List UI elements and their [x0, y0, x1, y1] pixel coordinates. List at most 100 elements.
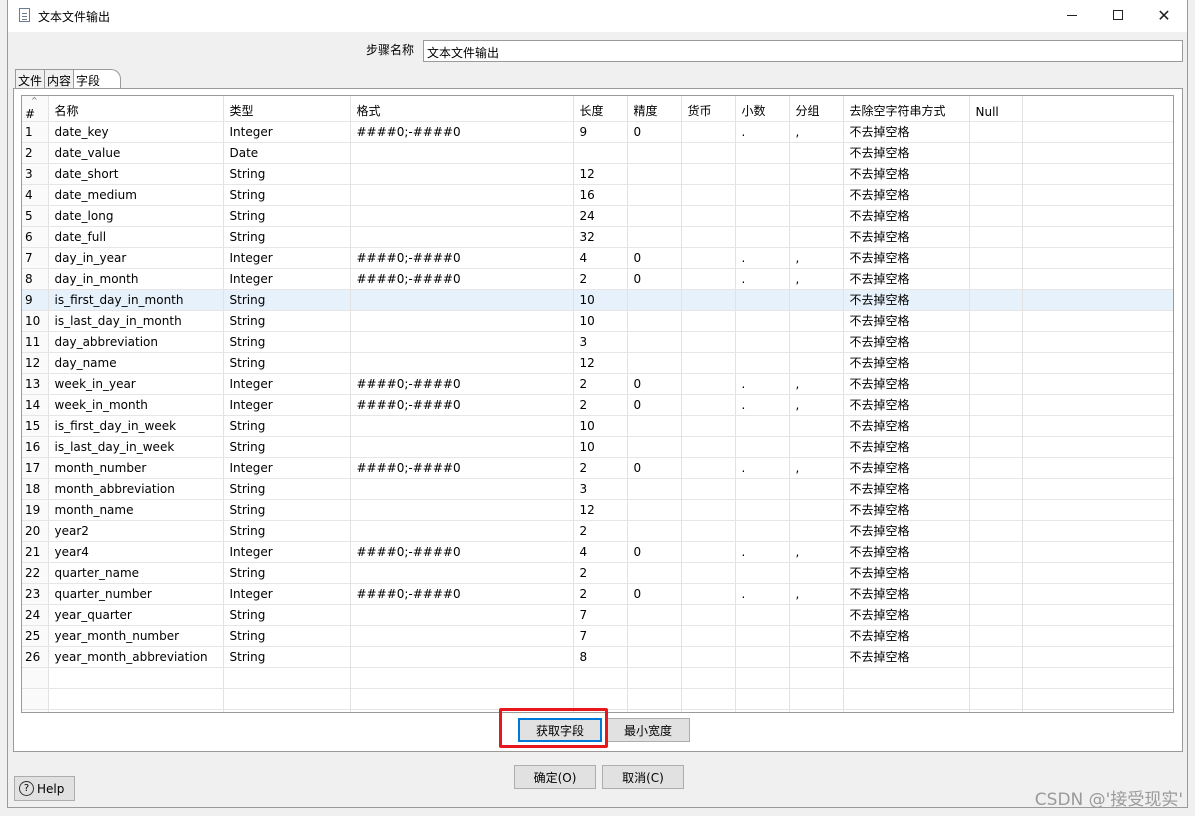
cell-type[interactable]: Integer: [223, 457, 351, 479]
cell-format[interactable]: [350, 478, 574, 500]
cell-null[interactable]: [969, 310, 1023, 332]
cell-length[interactable]: 2: [573, 394, 628, 416]
tab-content[interactable]: 内容: [44, 69, 75, 88]
cell-length[interactable]: 7: [573, 625, 628, 647]
cell-name[interactable]: month_name: [48, 499, 224, 521]
cell-length[interactable]: 3: [573, 331, 628, 353]
cell-name[interactable]: month_number: [48, 457, 224, 479]
cell-group[interactable]: ,: [789, 394, 844, 416]
cell-precision[interactable]: [627, 352, 682, 374]
cell-group[interactable]: [789, 604, 844, 626]
cell-name[interactable]: is_last_day_in_month: [48, 310, 224, 332]
cell-trim-type[interactable]: 不去掉空格: [843, 562, 970, 584]
cell-length[interactable]: 4: [573, 247, 628, 269]
cell-decimal[interactable]: [735, 163, 790, 185]
cancel-button[interactable]: 取消(C): [602, 765, 684, 789]
table-row[interactable]: 2 date_value Date 不去掉空格: [22, 142, 1173, 164]
table-row[interactable]: 13 week_in_year Integer ####0;-####0 2 0., 不去掉…: [22, 373, 1173, 395]
cell-group[interactable]: [789, 478, 844, 500]
cell-format[interactable]: [350, 604, 574, 626]
cell-length[interactable]: [573, 142, 628, 164]
cell-name[interactable]: year_month_number: [48, 625, 224, 647]
cell-decimal[interactable]: .: [735, 121, 790, 143]
cell-group[interactable]: [789, 184, 844, 206]
cell-group[interactable]: [789, 142, 844, 164]
cell-name[interactable]: year4: [48, 541, 224, 563]
cell-group[interactable]: ,: [789, 247, 844, 269]
table-row[interactable]: 19 month_name String 12 不去掉空格: [22, 499, 1173, 521]
header-col-decimal[interactable]: 小数: [735, 96, 790, 122]
cell-group[interactable]: [789, 289, 844, 311]
cell-length[interactable]: 10: [573, 436, 628, 458]
cell-currency[interactable]: [681, 373, 736, 395]
cell-decimal[interactable]: [735, 226, 790, 248]
table-row[interactable]: 11 day_abbreviation String 3 不去掉空格: [22, 331, 1173, 353]
cell-decimal[interactable]: .: [735, 247, 790, 269]
cell-trim-type[interactable]: 不去掉空格: [843, 310, 970, 332]
table-row[interactable]: 20 year2 String 2 不去掉空格: [22, 520, 1173, 542]
cell-name[interactable]: month_abbreviation: [48, 478, 224, 500]
cell-format[interactable]: [350, 436, 574, 458]
cell-trim-type[interactable]: 不去掉空格: [843, 646, 970, 668]
cell-currency[interactable]: [681, 163, 736, 185]
cell-name[interactable]: day_in_month: [48, 268, 224, 290]
cell-length[interactable]: 3: [573, 478, 628, 500]
cell-decimal[interactable]: [735, 604, 790, 626]
cell-trim-type[interactable]: 不去掉空格: [843, 415, 970, 437]
cell-decimal[interactable]: [735, 289, 790, 311]
cell-currency[interactable]: [681, 415, 736, 437]
cell-precision[interactable]: [627, 646, 682, 668]
header-col-name[interactable]: 名称: [48, 96, 224, 122]
cell-null[interactable]: [969, 163, 1023, 185]
cell-currency[interactable]: [681, 625, 736, 647]
cell-group[interactable]: [789, 331, 844, 353]
cell-precision[interactable]: 0: [627, 457, 682, 479]
cell-length[interactable]: 12: [573, 352, 628, 374]
cell-name[interactable]: week_in_year: [48, 373, 224, 395]
cell-currency[interactable]: [681, 394, 736, 416]
cell-type[interactable]: String: [223, 436, 351, 458]
cell-currency[interactable]: [681, 520, 736, 542]
cell-trim-type[interactable]: 不去掉空格: [843, 163, 970, 185]
table-row[interactable]: 6 date_full String 32 不去掉空格: [22, 226, 1173, 248]
tab-file[interactable]: 文件: [15, 69, 46, 88]
cell-decimal[interactable]: .: [735, 373, 790, 395]
cell-format[interactable]: [350, 625, 574, 647]
cell-trim-type[interactable]: 不去掉空格: [843, 268, 970, 290]
cell-format[interactable]: [350, 352, 574, 374]
cell-format[interactable]: [350, 520, 574, 542]
cell-precision[interactable]: [627, 562, 682, 584]
cell-name[interactable]: date_value: [48, 142, 224, 164]
table-row[interactable]: 26 year_month_abbreviation String 8 不去掉空格: [22, 646, 1173, 668]
cell-decimal[interactable]: .: [735, 268, 790, 290]
cell-null[interactable]: [969, 478, 1023, 500]
cell-precision[interactable]: [627, 310, 682, 332]
cell-currency[interactable]: [681, 499, 736, 521]
cell-type[interactable]: Integer: [223, 268, 351, 290]
cell-format[interactable]: ####0;-####0: [350, 373, 574, 395]
cell-precision[interactable]: [627, 205, 682, 227]
cell-decimal[interactable]: [735, 184, 790, 206]
table-row[interactable]: 18 month_abbreviation String 3 不去掉空格: [22, 478, 1173, 500]
cell-trim-type[interactable]: 不去掉空格: [843, 436, 970, 458]
cell-length[interactable]: 24: [573, 205, 628, 227]
cell-currency[interactable]: [681, 226, 736, 248]
cell-decimal[interactable]: [735, 625, 790, 647]
cell-null[interactable]: [969, 646, 1023, 668]
cell-currency[interactable]: [681, 352, 736, 374]
cell-format[interactable]: [350, 289, 574, 311]
cell-trim-type[interactable]: 不去掉空格: [843, 604, 970, 626]
cell-decimal[interactable]: .: [735, 583, 790, 605]
cell-type[interactable]: String: [223, 184, 351, 206]
cell-type[interactable]: String: [223, 562, 351, 584]
cell-currency[interactable]: [681, 247, 736, 269]
cell-format[interactable]: [350, 163, 574, 185]
cell-name[interactable]: is_first_day_in_month: [48, 289, 224, 311]
cell-type[interactable]: Integer: [223, 541, 351, 563]
cell-null[interactable]: [969, 520, 1023, 542]
cell-group[interactable]: [789, 436, 844, 458]
cell-trim-type[interactable]: 不去掉空格: [843, 247, 970, 269]
cell-type[interactable]: String: [223, 478, 351, 500]
cell-name[interactable]: week_in_month: [48, 394, 224, 416]
cell-group[interactable]: [789, 520, 844, 542]
